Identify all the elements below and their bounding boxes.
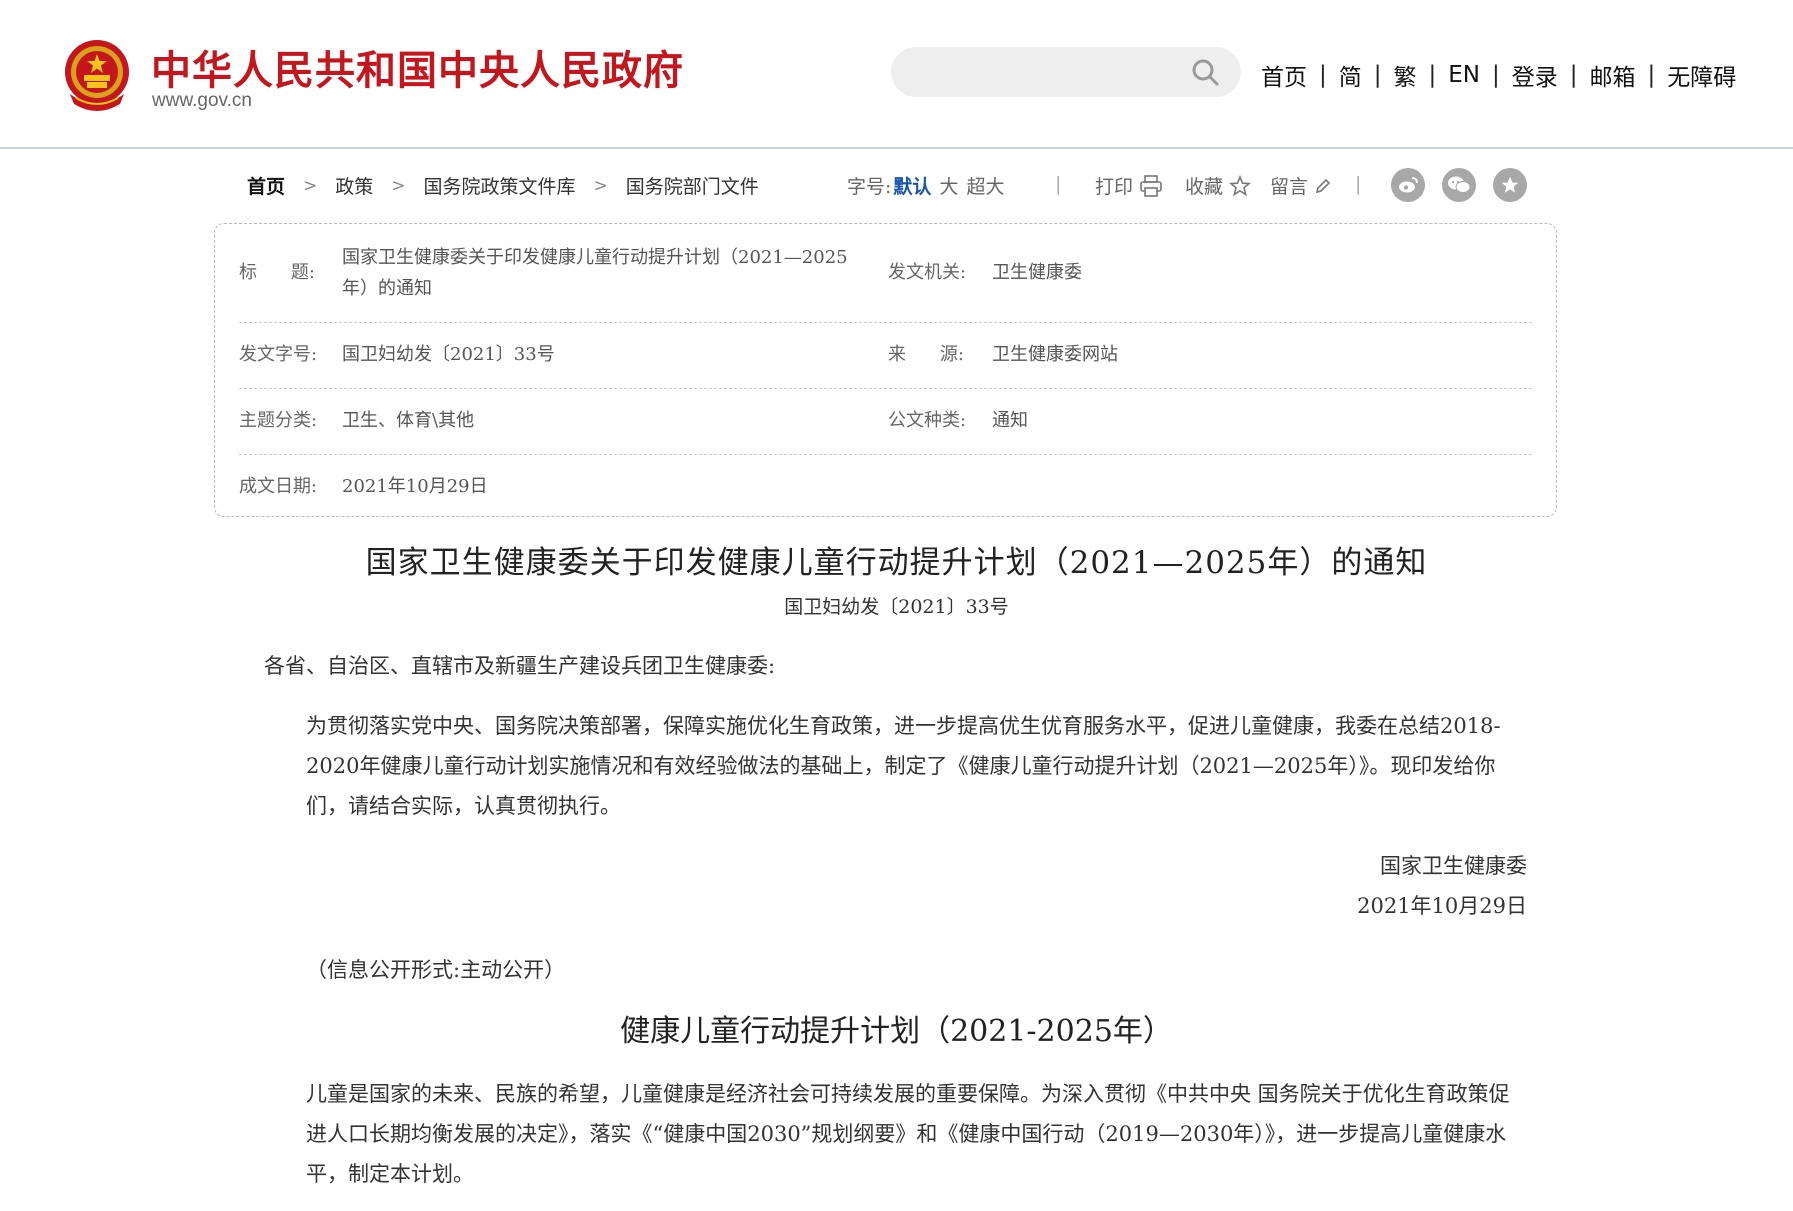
nav-simplified[interactable]: 简: [1339, 58, 1362, 92]
breadcrumb-policy-library[interactable]: 国务院政策文件库: [424, 172, 576, 199]
topic-value: 卫生、体育\其他: [342, 410, 475, 431]
info-row-title: 标题: 国家卫生健康委关于印发健康儿童行动提升计划（2021—2025年）的通知…: [239, 230, 1532, 323]
signer: 国家卫生健康委: [1380, 854, 1527, 878]
wechat-share-button[interactable]: [1442, 168, 1476, 202]
nav-accessibility[interactable]: 无障碍: [1667, 58, 1736, 92]
doc-type-value: 通知: [992, 410, 1028, 431]
issuer-value: 卫生健康委: [992, 262, 1082, 283]
chevron-right-icon: >: [593, 175, 608, 196]
document-number: 国卫妇幼发〔2021〕33号: [784, 596, 1009, 618]
source-label: 来源:: [888, 344, 964, 365]
title-value: 国家卫生健康委关于印发健康儿童行动提升计划（2021—2025年）的通知: [342, 247, 848, 299]
pencil-icon: [1315, 178, 1331, 193]
weibo-share-button[interactable]: [1391, 168, 1425, 202]
top-nav: 首页 | 简 | 繁 | EN | 登录 | 邮箱 | 无障碍: [1261, 58, 1736, 92]
site-name[interactable]: 中华人民共和国中央人民政府: [151, 38, 684, 96]
site-domain: www.gov.cn: [152, 90, 252, 111]
sign-date: 2021年10月29日: [1357, 894, 1527, 918]
nav-separator: |: [1647, 62, 1656, 88]
source-value: 卫生健康委网站: [992, 344, 1118, 365]
nav-separator: |: [1428, 62, 1437, 88]
date-value: 2021年10月29日: [342, 476, 488, 497]
toolbar-divider: |: [1355, 173, 1362, 195]
info-row-topic: 主题分类: 卫生、体育\其他 公文种类: 通知: [239, 388, 1532, 455]
plan-intro-text: 儿童是国家的未来、民族的希望，儿童健康是经济社会可持续发展的重要保障。为深入贯彻…: [306, 1082, 1510, 1186]
nav-login[interactable]: 登录: [1512, 58, 1558, 92]
document-info-panel: 标题: 国家卫生健康委关于印发健康儿童行动提升计划（2021—2025年）的通知…: [214, 223, 1557, 517]
font-size-extra-large[interactable]: 超大: [966, 176, 1004, 198]
font-size-control: 字号: 默认大超大: [847, 172, 1004, 199]
plan-title: 健康儿童行动提升计划（2021-2025年）: [620, 1014, 1173, 1049]
body-text: 为贯彻落实党中央、国务院决策部署，保障实施优化生育政策，进一步提高优生优育服务水…: [306, 714, 1501, 818]
breadcrumb-department-docs[interactable]: 国务院部门文件: [626, 172, 759, 199]
body-paragraph: 为贯彻落实党中央、国务院决策部署，保障实施优化生育政策，进一步提高优生优育服务水…: [264, 706, 1528, 826]
nav-home[interactable]: 首页: [1261, 58, 1307, 92]
document-title: 国家卫生健康委关于印发健康儿童行动提升计划（2021—2025年）的通知: [365, 545, 1428, 581]
nav-english[interactable]: EN: [1448, 62, 1480, 88]
doc-number-label: 发文字号:: [239, 344, 318, 365]
font-size-label: 字号:: [847, 176, 892, 198]
comment-label: 留言: [1270, 176, 1309, 198]
favorite-button[interactable]: 收藏: [1185, 172, 1252, 199]
breadcrumb: 首页 > 政策 > 国务院政策文件库 > 国务院部门文件: [247, 172, 759, 199]
wechat-icon: [1448, 176, 1471, 193]
nav-separator: |: [1492, 62, 1500, 88]
info-row-number: 发文字号: 国卫妇幼发〔2021〕33号 来源: 卫生健康委网站: [239, 322, 1532, 389]
site-header: 中华人民共和国中央人民政府 www.gov.cn 首页 | 简 | 繁 | EN | 登…: [0, 0, 1793, 149]
search-icon[interactable]: [1191, 58, 1219, 86]
nav-mailbox[interactable]: 邮箱: [1590, 58, 1636, 92]
comment-button[interactable]: 留言: [1270, 172, 1332, 199]
info-row-date: 成文日期: 2021年10月29日: [239, 454, 1532, 514]
salutation: 各省、自治区、直辖市及新疆生产建设兵团卫生健康委:: [264, 654, 776, 678]
print-button[interactable]: 打印: [1095, 172, 1163, 199]
date-label: 成文日期:: [239, 476, 318, 497]
favorite-circle-icon: [1501, 176, 1519, 193]
favorite-label: 收藏: [1185, 176, 1224, 198]
weibo-icon: [1399, 177, 1418, 193]
doc-number-value: 国卫妇幼发〔2021〕33号: [342, 344, 555, 365]
star-icon: [1229, 174, 1252, 196]
favorite-share-button[interactable]: [1493, 168, 1527, 202]
national-emblem-icon[interactable]: [62, 38, 132, 112]
disclosure-note: （信息公开形式:主动公开）: [306, 958, 566, 982]
article-toolbar: 首页 > 政策 > 国务院政策文件库 > 国务院部门文件 字号: 默认大超大 | …: [247, 168, 1547, 202]
nav-separator: |: [1569, 62, 1578, 88]
font-size-large[interactable]: 大: [939, 176, 958, 198]
breadcrumb-home[interactable]: 首页: [247, 172, 285, 199]
printer-icon: [1140, 174, 1162, 197]
search-input[interactable]: [891, 47, 1241, 97]
topic-label: 主题分类:: [239, 410, 318, 431]
doc-type-label: 公文种类:: [888, 410, 967, 431]
plan-intro-paragraph: 儿童是国家的未来、民族的希望，儿童健康是经济社会可持续发展的重要保障。为深入贯彻…: [264, 1074, 1528, 1194]
chevron-right-icon: >: [391, 175, 406, 196]
breadcrumb-policy[interactable]: 政策: [335, 172, 373, 199]
nav-separator: |: [1373, 62, 1382, 88]
font-size-default[interactable]: 默认: [893, 176, 931, 198]
title-label: 标题:: [239, 262, 315, 283]
nav-separator: |: [1319, 62, 1327, 88]
nav-traditional[interactable]: 繁: [1394, 58, 1417, 92]
chevron-right-icon: >: [303, 175, 318, 196]
issuer-label: 发文机关:: [888, 262, 967, 283]
print-label: 打印: [1095, 176, 1134, 198]
toolbar-divider: |: [1055, 173, 1062, 195]
